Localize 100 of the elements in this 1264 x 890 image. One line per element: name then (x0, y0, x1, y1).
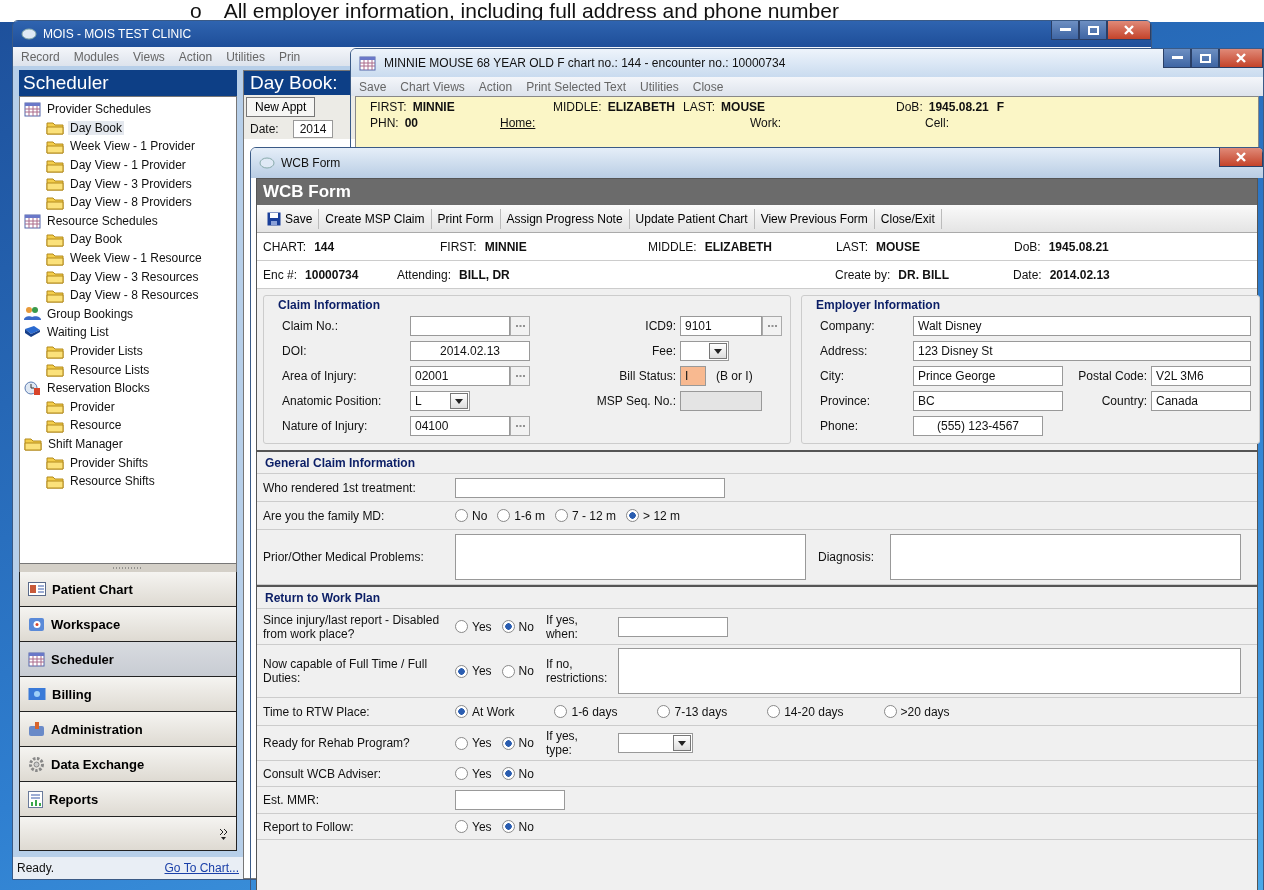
tree-item[interactable]: Week View - 1 Provider (68, 139, 197, 154)
radio-option[interactable]: Yes (455, 736, 492, 750)
tree-item[interactable]: Day View - 8 Providers (68, 195, 194, 210)
text-area[interactable] (890, 534, 1241, 580)
tree-item[interactable]: Provider Schedules (45, 102, 154, 117)
radio-button[interactable] (455, 509, 468, 522)
text-field[interactable]: Walt Disney (913, 316, 1251, 336)
radio-option[interactable]: No (501, 819, 534, 834)
radio-option[interactable]: Yes (455, 766, 492, 781)
radio-option[interactable]: Yes (455, 619, 492, 634)
module-button[interactable]: Reports (19, 782, 237, 817)
text-field[interactable]: Prince George (913, 366, 1063, 386)
tree-item[interactable]: Provider (68, 399, 117, 414)
radio-option[interactable]: > 12 m (626, 508, 681, 523)
radio-button[interactable] (657, 705, 671, 718)
radio-button[interactable] (455, 767, 468, 780)
radio-button[interactable] (555, 509, 569, 522)
text-field[interactable] (410, 316, 510, 336)
dropdown[interactable] (680, 341, 730, 361)
phone-link[interactable]: Home: (500, 116, 536, 130)
text-field[interactable]: 123 Disney St (913, 341, 1251, 361)
text-field[interactable]: V2L 3M6 (1151, 366, 1251, 386)
text-field[interactable]: Canada (1151, 391, 1251, 411)
module-button[interactable]: Billing (19, 677, 237, 712)
menu-item[interactable]: Record (21, 49, 60, 64)
radio-option[interactable]: At Work (455, 704, 515, 719)
tree-item[interactable]: Resource Shifts (68, 474, 157, 489)
radio-button[interactable] (455, 820, 468, 833)
dropdown-button[interactable] (672, 735, 691, 751)
radio-option[interactable]: 7-13 days (657, 704, 728, 719)
module-button[interactable]: Scheduler (19, 642, 237, 677)
dropdown-button[interactable] (709, 343, 728, 359)
module-button[interactable]: Data Exchange (19, 747, 237, 782)
radio-button[interactable] (455, 620, 468, 633)
tree-item[interactable]: Day View - 1 Provider (68, 158, 188, 173)
radio-option[interactable]: >20 days (883, 704, 950, 719)
lookup-button[interactable] (510, 416, 530, 436)
radio-button[interactable] (455, 736, 468, 750)
toolbar-button[interactable]: Close/Exit (874, 208, 942, 229)
dropdown-button[interactable] (450, 393, 468, 409)
radio-button[interactable] (767, 705, 781, 718)
menu-item[interactable]: Modules (73, 49, 120, 64)
toolbar-button[interactable]: Assign Progress Note (500, 208, 630, 229)
radio-option[interactable]: 1-6 days (554, 704, 618, 719)
maximize-button[interactable] (1191, 49, 1219, 68)
tree-item[interactable]: Provider Lists (68, 344, 145, 358)
radio-button[interactable] (455, 664, 468, 678)
radio-button[interactable] (455, 705, 468, 718)
tree-item[interactable]: Provider Shifts (68, 455, 151, 470)
tree-item[interactable]: Day Book (68, 232, 125, 247)
radio-option[interactable]: 14-20 days (767, 704, 844, 719)
radio-option[interactable]: 7 - 12 m (555, 508, 617, 523)
toolbar-button[interactable]: Print Form (431, 208, 501, 229)
chevron-icon[interactable] (219, 827, 228, 840)
text-field[interactable] (455, 477, 725, 498)
tree-item[interactable]: Resource Schedules (45, 213, 160, 228)
module-button[interactable]: Administration (19, 712, 237, 747)
text-field[interactable]: I (680, 366, 706, 386)
radio-button[interactable] (883, 705, 897, 718)
menu-item[interactable]: Utilities (226, 49, 265, 64)
toolbar-button[interactable]: Create MSP Claim (319, 208, 432, 229)
radio-button[interactable] (501, 664, 515, 678)
module-button[interactable]: Patient Chart (19, 572, 237, 607)
radio-button[interactable] (501, 736, 515, 750)
radio-option[interactable]: No (501, 619, 534, 634)
maximize-button[interactable] (1079, 21, 1107, 40)
lookup-button[interactable] (510, 366, 530, 386)
tree-item[interactable]: Reservation Blocks (45, 381, 152, 396)
text-field[interactable] (455, 790, 565, 810)
radio-button[interactable] (501, 820, 515, 833)
tree-item[interactable]: Waiting List (45, 325, 111, 340)
radio-option[interactable]: 1-6 m (497, 508, 546, 523)
menu-item[interactable]: Print Selected Text (526, 79, 627, 94)
menu-item[interactable]: Close (692, 79, 724, 94)
tree-item[interactable]: Resource (68, 418, 124, 433)
radio-option[interactable]: Yes (455, 664, 492, 678)
minimize-button[interactable] (1163, 49, 1191, 68)
tree-item[interactable]: Resource Lists (68, 362, 152, 377)
radio-option[interactable]: Yes (455, 819, 492, 834)
text-field[interactable]: BC (913, 391, 1063, 411)
radio-button[interactable] (626, 509, 640, 522)
tree-item[interactable]: Shift Manager (46, 437, 125, 451)
minimize-button[interactable] (1051, 21, 1079, 40)
close-button[interactable] (1219, 148, 1263, 167)
menu-item[interactable]: Prin (278, 49, 301, 64)
go-to-chart-link[interactable]: Go To Chart... (164, 861, 239, 875)
menu-item[interactable]: Action (178, 49, 213, 64)
toolbar-button[interactable]: Update Patient Chart (629, 208, 755, 229)
toolbar-button[interactable]: View Previous Form (754, 208, 875, 229)
text-field[interactable] (617, 616, 728, 637)
close-button[interactable] (1107, 21, 1151, 40)
radio-option[interactable]: No (501, 664, 534, 678)
radio-option[interactable]: No (501, 736, 534, 750)
tree-item[interactable]: Day View - 3 Resources (68, 269, 201, 284)
tree-item[interactable]: Day Book (68, 120, 125, 135)
radio-option[interactable]: No (455, 508, 488, 523)
menu-item[interactable]: Save (359, 79, 387, 94)
tree-item[interactable]: Day View - 8 Resources (68, 288, 201, 303)
text-field[interactable]: (555) 123-4567 (913, 416, 1043, 436)
text-field[interactable]: 2014.02.13 (410, 341, 530, 361)
